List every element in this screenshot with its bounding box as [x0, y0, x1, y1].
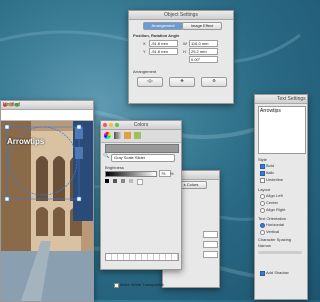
orientation-label: Text Orientation: [258, 216, 287, 221]
value-field-2[interactable]: [203, 241, 218, 248]
colors-titlebar: Colors: [101, 121, 181, 130]
curved-text-object[interactable]: Arrowtips: [7, 137, 44, 146]
underline-label: Underline: [266, 177, 284, 182]
window-title: Object Settings: [164, 12, 198, 18]
light-gray-swatch[interactable]: [129, 179, 133, 183]
ruler: [1, 110, 93, 121]
h-field[interactable]: 25.2 mm: [189, 48, 218, 55]
make-white-transparent-label: Make White Transparent: [120, 282, 164, 287]
character-spacing-value[interactable]: Narrow: [258, 243, 271, 248]
gear-icon: ⚙: [212, 78, 216, 83]
align-right-label: Align Right: [266, 207, 286, 212]
horizontal-radio[interactable]: [260, 223, 265, 228]
arrangement-label: Arrangement: [133, 69, 157, 74]
bold-checkbox[interactable]: [260, 164, 265, 169]
character-spacing-slider[interactable]: [258, 251, 302, 254]
arrow-left-right-icon: ◁▷: [146, 78, 154, 83]
w-field[interactable]: 116.0 mm: [189, 40, 218, 47]
object-settings-titlebar: Object Settings: [129, 11, 233, 20]
align-left-radio[interactable]: [260, 194, 265, 199]
character-spacing-label: Character Spacing: [258, 237, 292, 242]
window-title: Text Settings: [277, 96, 306, 102]
move-icon: ✥: [180, 78, 184, 83]
horizontal-label: Horizontal: [266, 222, 285, 227]
white-swatch[interactable]: [137, 179, 143, 185]
photo-canvas[interactable]: [1, 121, 93, 301]
arrange-center-button[interactable]: ✥: [169, 77, 195, 87]
current-color-well[interactable]: [105, 144, 179, 153]
object-settings-window: Object Settings Arrangement Image Effect…: [128, 10, 234, 104]
add-shadow-label: Add Shadow: [266, 270, 289, 275]
vertical-label: Vertical: [266, 229, 280, 234]
window-title: Untitled: [3, 102, 20, 108]
magnifier-icon[interactable]: 🔍: [103, 153, 109, 159]
brightness-slider[interactable]: [105, 171, 157, 177]
h-label: H: [183, 49, 186, 54]
make-white-transparent-checkbox[interactable]: [114, 283, 119, 288]
sliders-icon[interactable]: [114, 132, 121, 139]
document-window: Untitled Arrowtips: [0, 100, 94, 302]
text-content-area[interactable]: Arrowtips: [258, 106, 306, 154]
color-wheel-icon[interactable]: [104, 132, 111, 139]
center-radio[interactable]: [260, 201, 265, 206]
section-title: Position, Rotation Angle: [133, 33, 180, 38]
vertical-radio[interactable]: [260, 230, 265, 235]
center-label: Center: [266, 200, 279, 205]
bold-label: Bold: [266, 163, 275, 168]
rotation-angle-field[interactable]: 0.00°: [189, 56, 218, 63]
colors-toolbar: [101, 130, 181, 143]
colors-window: Colors 🔍 Gray Scale Slider Brightness 75…: [100, 120, 182, 270]
image-palette-icon[interactable]: [134, 132, 141, 139]
arrange-front-button[interactable]: ⚙: [201, 77, 227, 87]
document-titlebar: Untitled: [1, 101, 93, 110]
x-field[interactable]: -51.6 mm: [149, 40, 178, 47]
align-right-radio[interactable]: [260, 208, 265, 213]
palette-icon[interactable]: [124, 132, 131, 139]
add-shadow-checkbox[interactable]: [260, 271, 265, 276]
tab-image-effect[interactable]: Image Effect: [182, 22, 222, 30]
align-left-label: Align Left: [266, 193, 283, 198]
window-title: Colors: [133, 122, 149, 128]
text-settings-window: Text Settings Arrowtips Style Bold Itali…: [254, 94, 308, 300]
swatch-strip[interactable]: [105, 253, 179, 261]
tab-arrangement[interactable]: Arrangement: [143, 22, 183, 30]
value-field-1[interactable]: [203, 231, 218, 238]
style-label: Style: [258, 157, 267, 162]
gray-swatch[interactable]: [121, 179, 125, 183]
text-settings-titlebar: Text Settings: [255, 95, 307, 104]
underline-checkbox[interactable]: [260, 178, 265, 183]
slider-mode-select[interactable]: Gray Scale Slider: [111, 154, 175, 162]
arrange-left-button[interactable]: ◁▷: [137, 77, 163, 87]
dark-gray-swatch[interactable]: [113, 179, 117, 183]
x-label: X: [143, 41, 146, 46]
italic-checkbox[interactable]: [260, 171, 265, 176]
y-field[interactable]: -51.6 mm: [149, 48, 178, 55]
value-field-3[interactable]: [203, 251, 218, 258]
italic-label: Italic: [266, 170, 275, 175]
black-swatch[interactable]: [105, 179, 109, 183]
layout-label: Layout: [258, 187, 271, 192]
brightness-label: Brightness: [105, 165, 124, 170]
y-label: Y: [143, 49, 146, 54]
w-label: W: [183, 41, 187, 46]
percent-label: %: [170, 171, 174, 176]
